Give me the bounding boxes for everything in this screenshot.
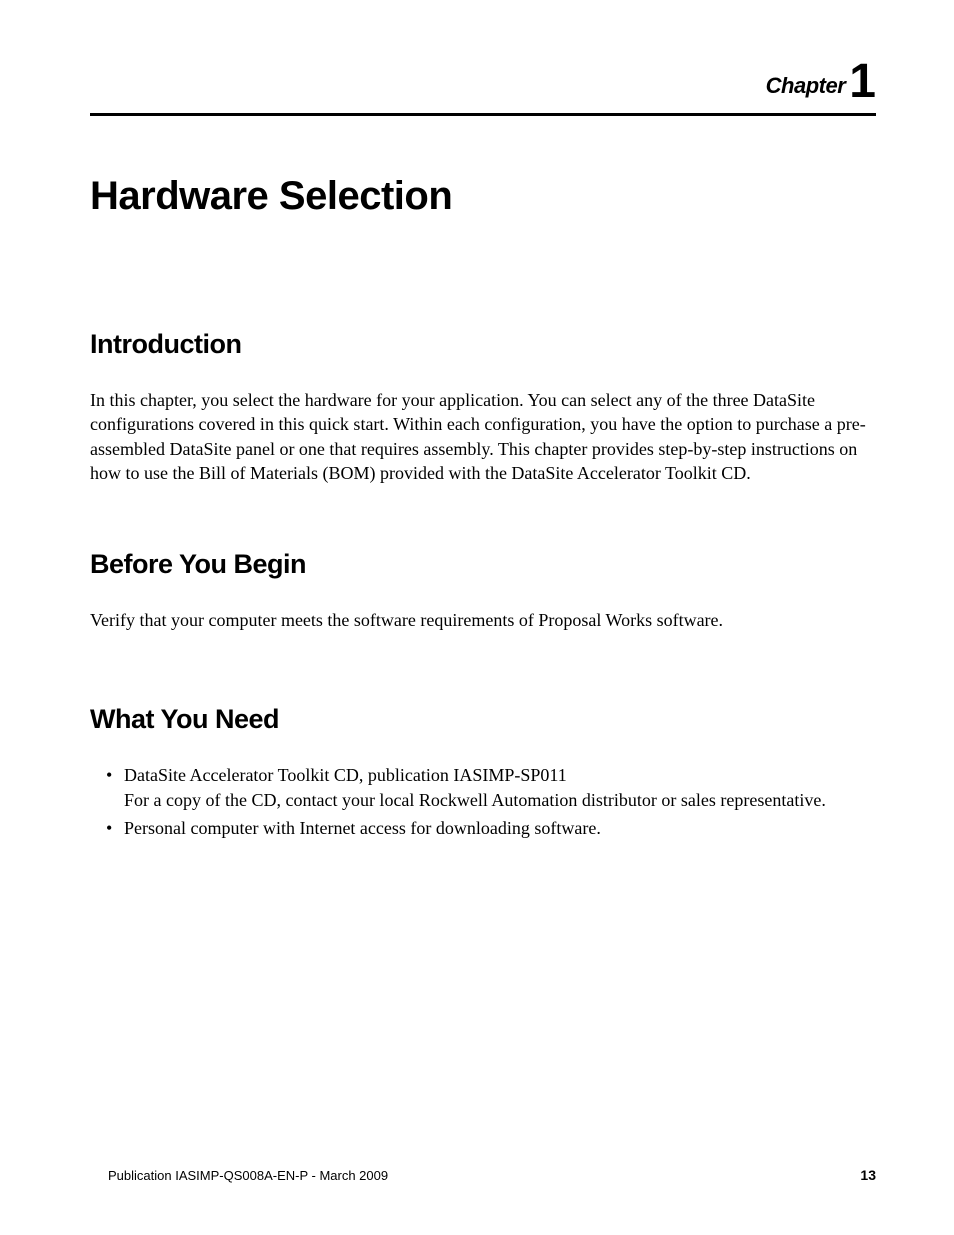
intro-body: In this chapter, you select the hardware… [90, 388, 876, 485]
chapter-label: Chapter [766, 73, 846, 98]
list-item-suffix: For a copy of the CD, contact your local… [124, 790, 826, 810]
section-heading-what-you-need: What You Need [90, 704, 876, 735]
page-title: Hardware Selection [90, 174, 876, 219]
list-item: Personal computer with Internet access f… [124, 816, 876, 840]
list-item-text: DataSite Accelerator Toolkit CD, publica… [124, 765, 453, 785]
chapter-number: 1 [849, 55, 876, 108]
chapter-rule [90, 113, 876, 116]
before-body: Verify that your computer meets the soft… [90, 608, 876, 632]
what-you-need-list: DataSite Accelerator Toolkit CD, publica… [90, 763, 876, 840]
publication-code: IASIMP-SP011 [453, 765, 566, 785]
footer-page-number: 13 [860, 1167, 876, 1183]
chapter-header: Chapter1 [90, 50, 876, 105]
list-item-text: Personal computer with Internet access f… [124, 818, 601, 838]
page-footer: Publication IASIMP-QS008A-EN-P - March 2… [108, 1167, 876, 1183]
section-heading-introduction: Introduction [90, 329, 876, 360]
section-heading-before-you-begin: Before You Begin [90, 549, 876, 580]
list-item: DataSite Accelerator Toolkit CD, publica… [124, 763, 876, 812]
footer-publication: Publication IASIMP-QS008A-EN-P - March 2… [108, 1168, 388, 1183]
